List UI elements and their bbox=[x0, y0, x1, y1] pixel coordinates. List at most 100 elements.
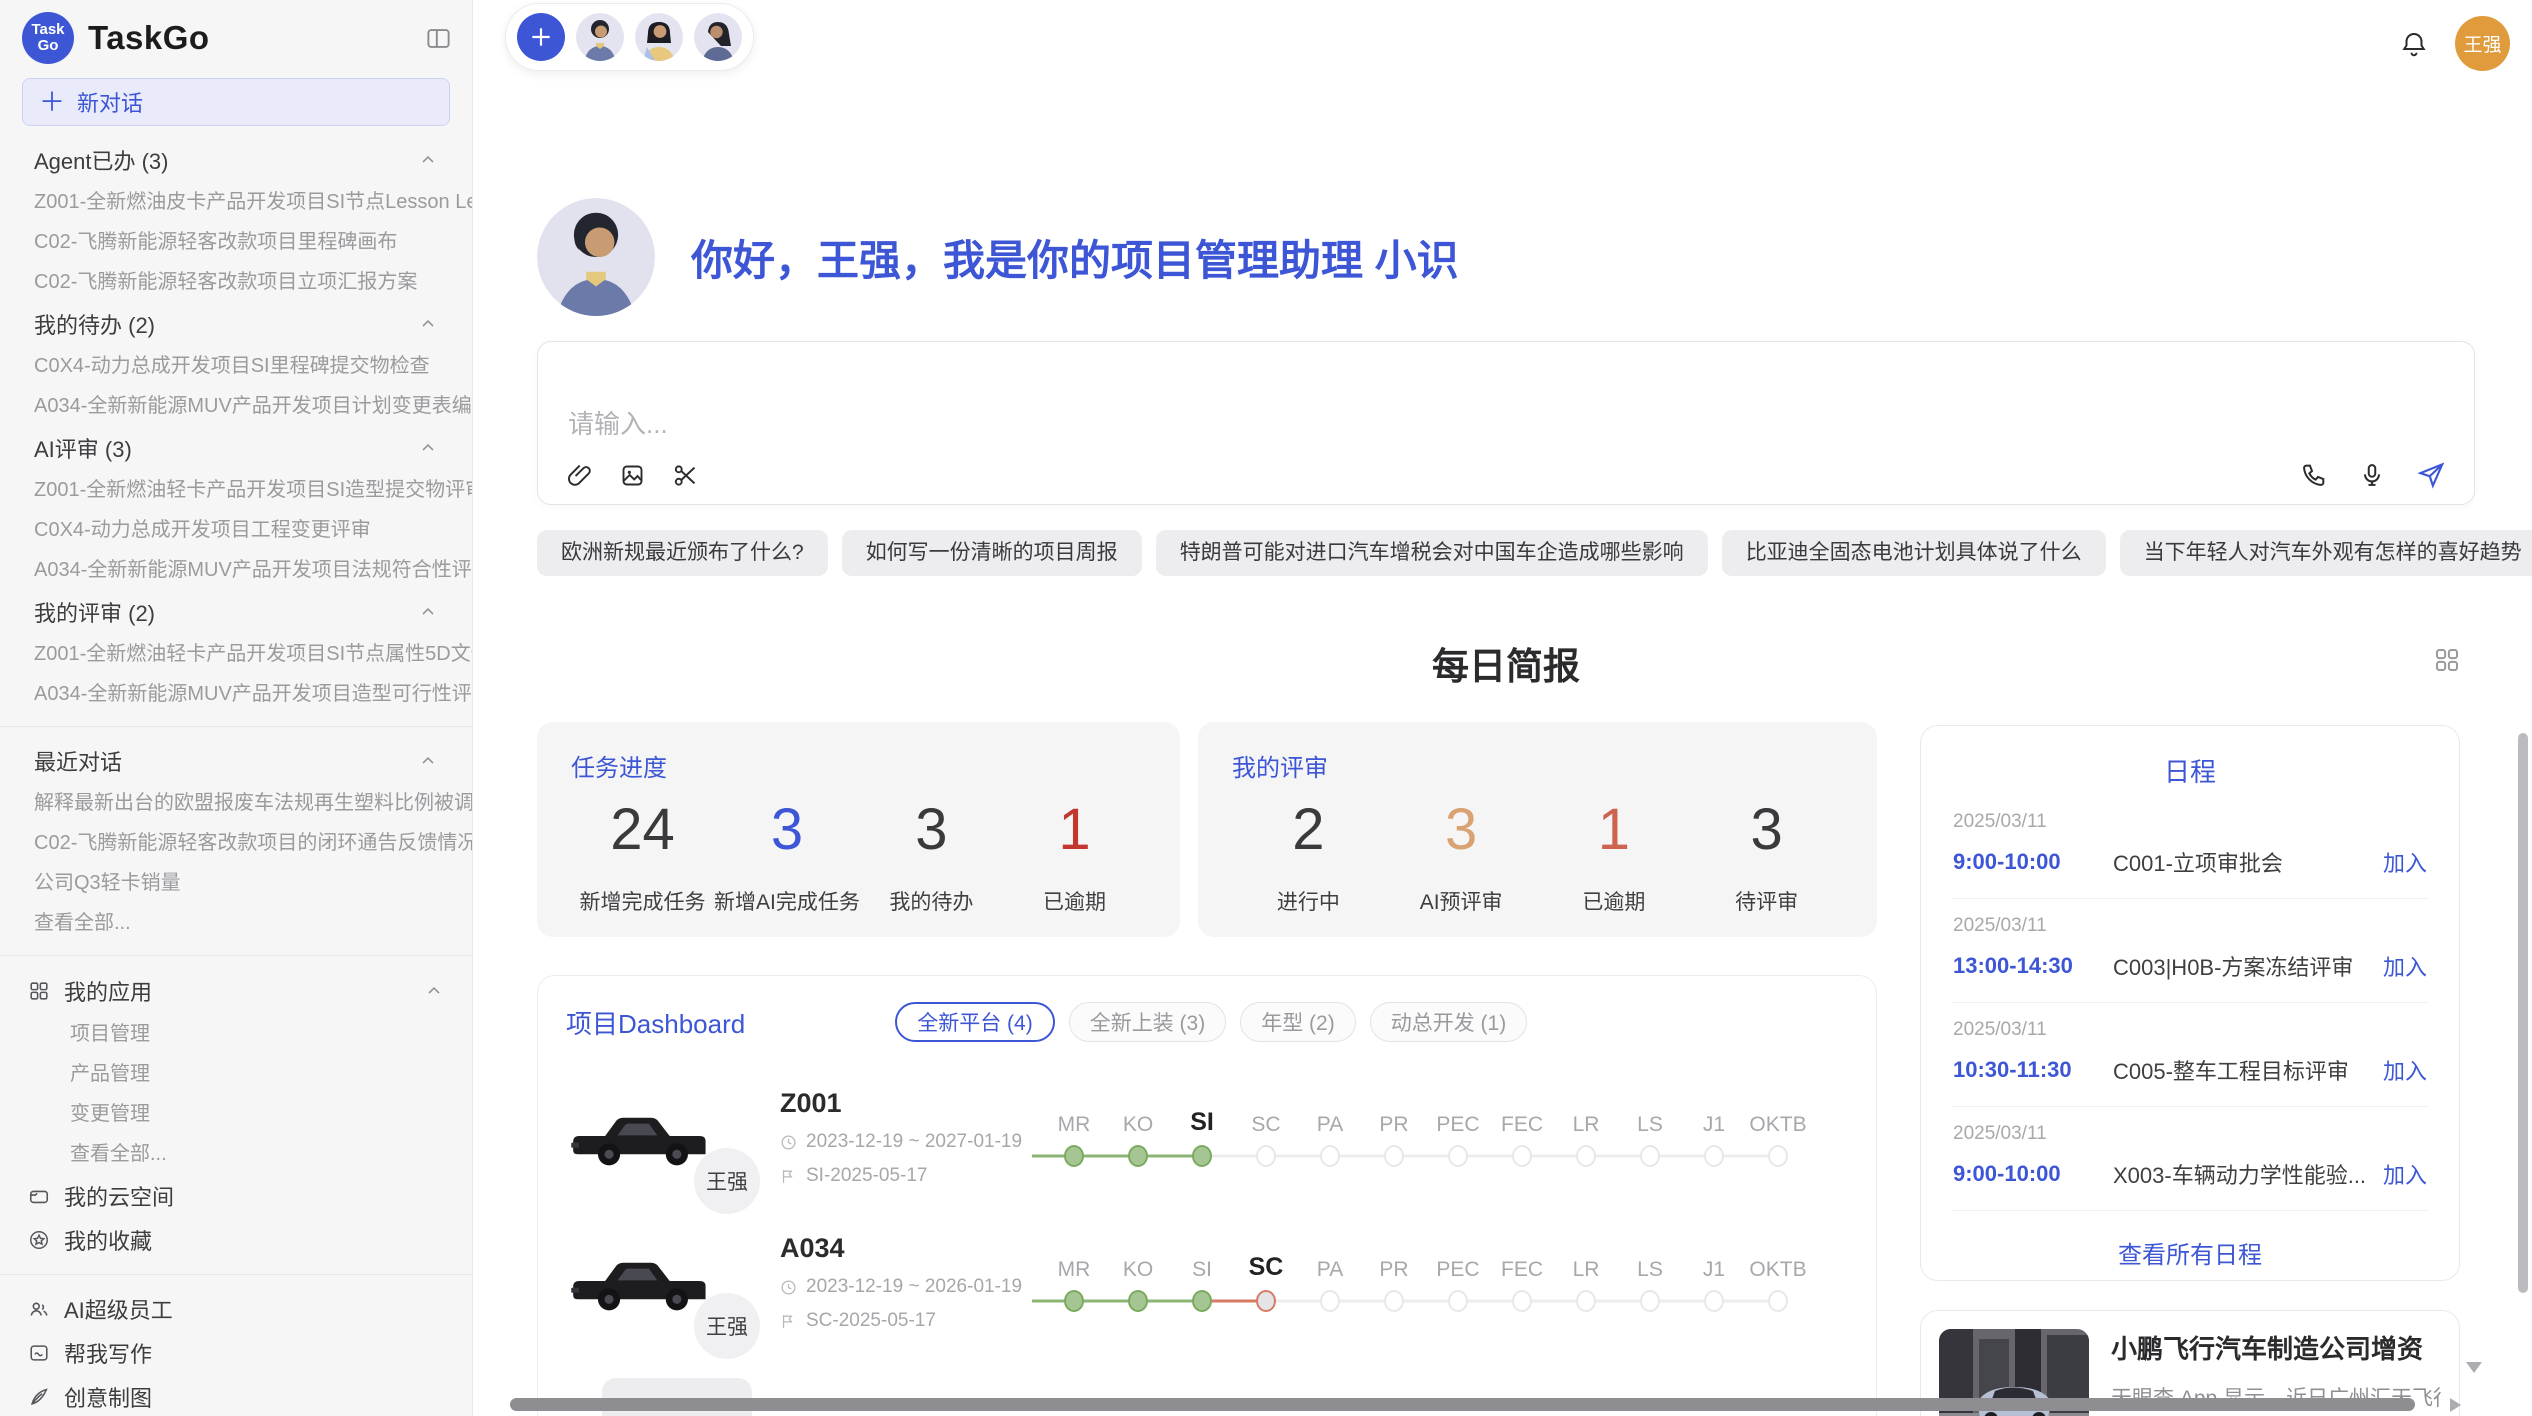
sidebar-item[interactable]: Z001-全新燃油皮卡产品开发项目SI节点Lesson Learn报告 bbox=[0, 182, 472, 222]
sidebar-item-creative-drawing[interactable]: 创意制图 bbox=[0, 1375, 472, 1416]
schedule-date: 2025/03/11 bbox=[1953, 1019, 2427, 1041]
app-item-product-mgmt[interactable]: 产品管理 bbox=[0, 1054, 472, 1094]
image-icon[interactable] bbox=[619, 462, 646, 489]
tab-new-body[interactable]: 全新上装 (3) bbox=[1069, 1002, 1227, 1042]
sidebar-item[interactable]: Z001-全新燃油轻卡产品开发项目SI节点属性5D文件评审 bbox=[0, 634, 472, 674]
milestone-lr: LR bbox=[1554, 1246, 1618, 1320]
write-icon bbox=[28, 1342, 50, 1364]
milestone-pr: PR bbox=[1362, 1101, 1426, 1175]
ai-super-staff-label: AI超级员工 bbox=[64, 1293, 173, 1325]
apps-view-all-link[interactable]: 查看全部... bbox=[0, 1134, 472, 1174]
logo-line2: Go bbox=[38, 38, 59, 54]
project-code: Z001 bbox=[780, 1088, 1032, 1119]
phone-icon[interactable] bbox=[2300, 461, 2328, 489]
microphone-icon[interactable] bbox=[2358, 461, 2386, 489]
recent-chat-item[interactable]: C02-飞腾新能源轻客改款项目的闭环通告反馈情况 bbox=[0, 823, 472, 863]
section-header-my-review[interactable]: 我的评审 (2) bbox=[0, 590, 472, 634]
project-row[interactable]: 王强 A034 2023-12-19 ~ 2026-01-19 SC-2025-… bbox=[566, 1233, 1848, 1332]
tab-model-year[interactable]: 年型 (2) bbox=[1240, 1002, 1356, 1042]
sidebar-item[interactable]: A034-全新新能源MUV产品开发项目计划变更表编写 bbox=[0, 386, 472, 426]
horizontal-scrollbar[interactable] bbox=[510, 1398, 2415, 1411]
layout-grid-icon[interactable] bbox=[2432, 645, 2462, 675]
milestone-mr: MR bbox=[1042, 1246, 1106, 1320]
milestone-dot-ko bbox=[1128, 1145, 1148, 1167]
scroll-right-arrow[interactable] bbox=[2450, 1398, 2461, 1412]
sidebar-item[interactable]: C02-飞腾新能源轻客改款项目里程碑画布 bbox=[0, 222, 472, 262]
schedule-item: 2025/03/11 13:00-14:30 C003|H0B-方案冻结评审 加… bbox=[1951, 899, 2429, 1003]
view-all-schedule-link[interactable]: 查看所有日程 bbox=[1951, 1235, 2429, 1270]
project-row[interactable]: 王强 Z001 2023-12-19 ~ 2027-01-19 SI-2025-… bbox=[566, 1088, 1848, 1187]
attachment-icon[interactable] bbox=[566, 462, 593, 489]
section-header-my-todo[interactable]: 我的待办 (2) bbox=[0, 302, 472, 346]
milestone-dot-pa bbox=[1320, 1145, 1340, 1167]
chevron-up-icon bbox=[418, 150, 438, 170]
flag-icon bbox=[780, 1168, 797, 1185]
sidebar-item[interactable]: C0X4-动力总成开发项目工程变更评审 bbox=[0, 510, 472, 550]
sidebar-item-favorites[interactable]: 我的收藏 bbox=[0, 1218, 472, 1262]
milestone-oktb: OKTB bbox=[1746, 1246, 1810, 1320]
divider bbox=[0, 1274, 472, 1275]
milestone-dot-lr bbox=[1576, 1145, 1596, 1167]
send-icon[interactable] bbox=[2416, 460, 2446, 490]
vertical-scrollbar[interactable] bbox=[2518, 733, 2528, 1293]
app-item-change-mgmt[interactable]: 变更管理 bbox=[0, 1094, 472, 1134]
sidebar-item[interactable]: C02-飞腾新能源轻客改款项目立项汇报方案 bbox=[0, 262, 472, 302]
suggestion-chip[interactable]: 如何写一份清晰的项目周报 bbox=[842, 530, 1142, 576]
sidebar-item[interactable]: Z001-全新燃油轻卡产品开发项目SI造型提交物评审 bbox=[0, 470, 472, 510]
sidebar-item[interactable]: A034-全新新能源MUV产品开发项目造型可行性评审 bbox=[0, 674, 472, 714]
milestone-dot-oktb bbox=[1768, 1145, 1788, 1167]
collapse-sidebar-icon[interactable] bbox=[425, 25, 452, 52]
join-link[interactable]: 加入 bbox=[2383, 1158, 2427, 1190]
recent-chat-item[interactable]: 公司Q3轻卡销量 bbox=[0, 863, 472, 903]
suggestion-chip[interactable]: 当下年轻人对汽车外观有怎样的喜好趋势 bbox=[2120, 530, 2532, 576]
schedule-time: 10:30-11:30 bbox=[1953, 1057, 2113, 1083]
join-link[interactable]: 加入 bbox=[2383, 950, 2427, 982]
project-info: A034 2023-12-19 ~ 2026-01-19 SC-2025-05-… bbox=[780, 1233, 1032, 1332]
plus-icon: ＋ bbox=[39, 89, 65, 115]
join-link[interactable]: 加入 bbox=[2383, 1054, 2427, 1086]
schedule-date: 2025/03/11 bbox=[1953, 1123, 2427, 1145]
section-title: 最近对话 bbox=[34, 745, 122, 777]
milestone-dot-pec bbox=[1448, 1290, 1468, 1312]
sidebar-item-ai-super-staff[interactable]: AI超级员工 bbox=[0, 1287, 472, 1331]
clock-icon bbox=[780, 1134, 797, 1151]
milestone-sc: SC bbox=[1234, 1101, 1298, 1175]
milestone-pec: PEC bbox=[1426, 1246, 1490, 1320]
milestone-pr: PR bbox=[1362, 1246, 1426, 1320]
sidebar: Task Go TaskGo ＋ 新对话 Agent已办 (3) Z001-全新… bbox=[0, 0, 473, 1416]
suggestion-chip[interactable]: 欧洲新规最近颁布了什么? bbox=[537, 530, 828, 576]
sidebar-item-cloud-space[interactable]: 我的云空间 bbox=[0, 1174, 472, 1218]
app-item-project-mgmt[interactable]: 项目管理 bbox=[0, 1014, 472, 1054]
section-header-recent-chats[interactable]: 最近对话 bbox=[0, 739, 472, 783]
milestone-dot-lr bbox=[1576, 1290, 1596, 1312]
sidebar-item[interactable]: A034-全新新能源MUV产品开发项目法规符合性评审 bbox=[0, 550, 472, 590]
recent-view-all-link[interactable]: 查看全部... bbox=[0, 903, 472, 943]
section-header-agent-done[interactable]: Agent已办 (3) bbox=[0, 138, 472, 182]
tab-powertrain[interactable]: 动总开发 (1) bbox=[1370, 1002, 1528, 1042]
suggestion-chip[interactable]: 特朗普可能对进口汽车增税会对中国车企造成哪些影响 bbox=[1156, 530, 1708, 576]
milestone-dot-mr bbox=[1064, 1290, 1084, 1312]
milestone-dot-sc bbox=[1256, 1145, 1276, 1167]
milestone-timeline: MRKOSISCPAPRPECFECLRLSJ1OKTB bbox=[1042, 1246, 1810, 1320]
sidebar-item[interactable]: C0X4-动力总成开发项目SI里程碑提交物检查 bbox=[0, 346, 472, 386]
milestone-j1: J1 bbox=[1682, 1101, 1746, 1175]
cloud-drive-icon bbox=[28, 1185, 50, 1207]
chat-input-card bbox=[537, 341, 2475, 505]
project-code: A034 bbox=[780, 1233, 1032, 1264]
grid-icon bbox=[28, 980, 50, 1002]
sidebar-item-help-me-write[interactable]: 帮我写作 bbox=[0, 1331, 472, 1375]
suggestion-chip[interactable]: 比亚迪全固态电池计划具体说了什么 bbox=[1722, 530, 2106, 576]
join-link[interactable]: 加入 bbox=[2383, 846, 2427, 878]
recent-chat-item[interactable]: 解释最新出台的欧盟报废车法规再生塑料比例被调至15%... bbox=[0, 783, 472, 823]
tab-all-new-platform[interactable]: 全新平台 (4) bbox=[895, 1002, 1055, 1042]
sidebar-header: Task Go TaskGo bbox=[0, 0, 472, 72]
app-window: Task Go TaskGo ＋ 新对话 Agent已办 (3) Z001-全新… bbox=[0, 0, 2532, 1416]
sidebar-item-my-apps[interactable]: 我的应用 bbox=[0, 968, 472, 1014]
new-chat-button[interactable]: ＋ 新对话 bbox=[22, 78, 450, 126]
news-title: 小鹏飞行汽车制造公司增资 bbox=[2111, 1329, 2441, 1366]
scissors-icon[interactable] bbox=[672, 462, 699, 489]
scroll-down-arrow[interactable] bbox=[2466, 1362, 2482, 1373]
divider bbox=[0, 955, 472, 956]
schedule-date: 2025/03/11 bbox=[1953, 811, 2427, 833]
section-header-ai-review[interactable]: AI评审 (3) bbox=[0, 426, 472, 470]
